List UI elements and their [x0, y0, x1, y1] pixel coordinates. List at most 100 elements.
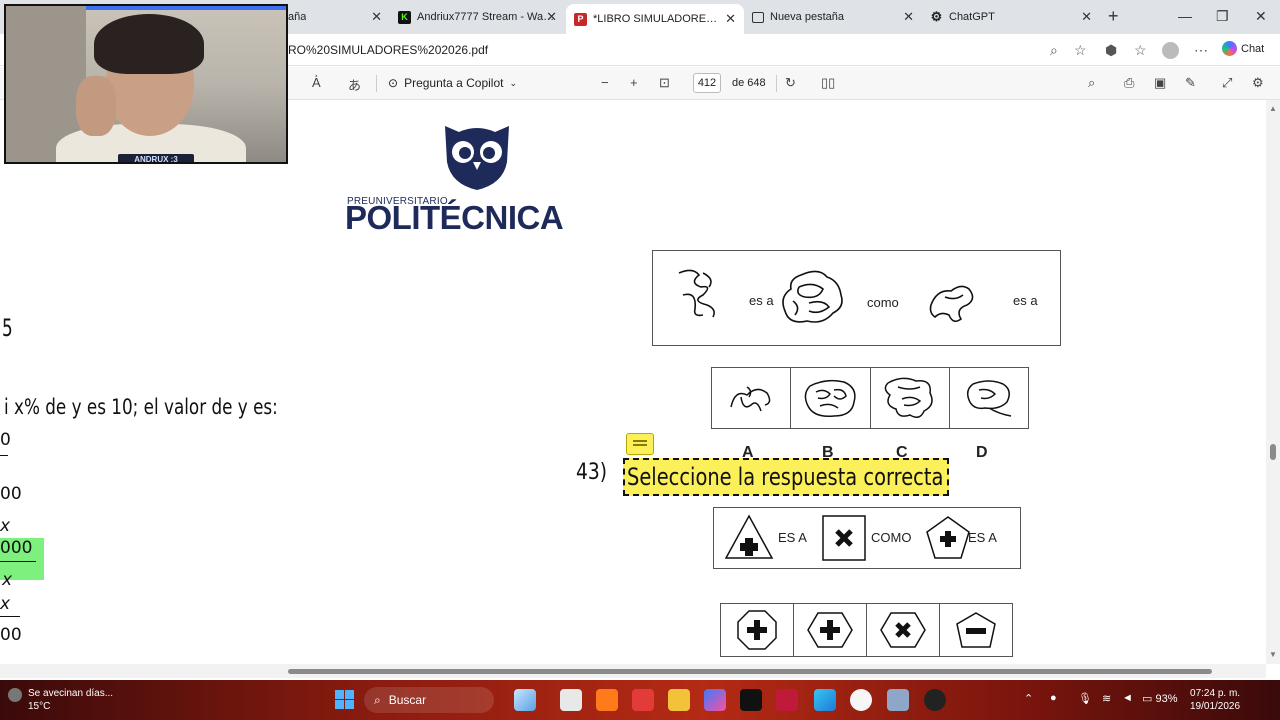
option-a[interactable]: [712, 368, 792, 428]
tab-libro-simuladores[interactable]: P *LIBRO SIMULADORES 2026.p ✕: [566, 4, 744, 34]
settings-app-icon[interactable]: [887, 689, 909, 711]
es-a-label: ES A: [778, 530, 807, 545]
brave-app-icon[interactable]: [596, 689, 618, 711]
logo-title: POLITÉCNICA: [345, 199, 564, 236]
answer-option[interactable]: [940, 604, 1012, 656]
settings-gear-icon[interactable]: ⚙: [1252, 75, 1264, 91]
answer-option[interactable]: [867, 604, 940, 656]
maximize-button[interactable]: ❐: [1216, 8, 1229, 25]
search-icon: ⌕: [374, 692, 381, 707]
weather-icon[interactable]: [8, 688, 22, 702]
chat-label: Chat: [1241, 42, 1265, 55]
favorite-star-icon[interactable]: ☆: [1074, 42, 1087, 59]
start-button[interactable]: [335, 690, 354, 709]
left-question-number: 5: [2, 314, 13, 342]
widgets-app-icon[interactable]: [514, 689, 536, 711]
file-app-icon[interactable]: [560, 689, 582, 711]
save-as-icon[interactable]: ✎: [1185, 75, 1196, 91]
zoom-in-button[interactable]: +: [630, 75, 638, 90]
volume-icon[interactable]: ◄: [1122, 692, 1133, 704]
new-tab-button[interactable]: +: [1108, 6, 1119, 27]
chrome-app-icon[interactable]: [850, 689, 872, 711]
zoom-out-button[interactable]: −: [601, 75, 609, 90]
weather-widget[interactable]: Se avecinan días... 15°C: [28, 687, 113, 713]
como-label: como: [867, 295, 899, 310]
page-view-icon[interactable]: ▯▯: [821, 75, 835, 91]
zoom-icon[interactable]: ⌕: [1050, 42, 1058, 59]
es-a-label: ES A: [968, 530, 997, 545]
scrollbar-thumb[interactable]: [1270, 444, 1276, 460]
rotate-icon[interactable]: ↻: [785, 75, 796, 91]
owl-logo: [445, 126, 509, 190]
vertical-scrollbar[interactable]: ▲ ▼: [1266, 100, 1280, 664]
answer-option[interactable]: [721, 604, 794, 656]
chevron-down-icon: ⌄: [509, 77, 518, 88]
tab-title: aña: [288, 11, 307, 23]
option-c[interactable]: [871, 368, 950, 428]
close-icon[interactable]: ✕: [725, 11, 736, 27]
copilot-icon: [1222, 41, 1237, 56]
search-icon[interactable]: ⌕: [1088, 75, 1095, 91]
fraction-bar: [0, 455, 8, 456]
tab-title: ChatGPT: [949, 11, 995, 23]
tab-nueva-pestana[interactable]: Nueva pestaña ✕: [744, 4, 922, 30]
close-window-button[interactable]: ✕: [1255, 8, 1267, 25]
pentagon-minus-icon: [956, 612, 996, 648]
option-b[interactable]: [791, 368, 871, 428]
copilot-app-icon[interactable]: [704, 689, 726, 711]
file-explorer-icon[interactable]: [668, 689, 690, 711]
pdf-document[interactable]: PREUNIVERSITARIO POLITÉCNICA 5 i x% de y…: [0, 100, 1266, 664]
translate-icon[interactable]: あ: [348, 75, 361, 94]
microphone-icon[interactable]: 🎙: [1078, 692, 1092, 705]
save-icon[interactable]: ▣: [1154, 75, 1166, 91]
highlighted-question[interactable]: Seleccione la respuesta correcta: [623, 458, 949, 496]
acrobat-app-icon[interactable]: [776, 689, 798, 711]
divider: [776, 75, 777, 92]
tab-twitch-partial[interactable]: aña ✕: [280, 4, 390, 30]
close-icon[interactable]: ✕: [903, 9, 914, 25]
edge-app-icon[interactable]: [814, 689, 836, 711]
close-icon[interactable]: ✕: [371, 9, 382, 25]
tray-chevron-icon[interactable]: ⌃: [1024, 692, 1033, 705]
close-icon[interactable]: ✕: [1081, 9, 1092, 25]
battery-status[interactable]: ▭ 93%: [1142, 692, 1178, 705]
url-field[interactable]: RO%20SIMULADORES%202026.pdf: [288, 43, 488, 57]
chatgpt-icon: ⚙: [930, 9, 943, 24]
more-options-icon[interactable]: ⋯: [1194, 42, 1208, 59]
tiktok-app-icon[interactable]: [740, 689, 762, 711]
fit-page-icon[interactable]: ⊡: [659, 75, 670, 91]
taskbar-search[interactable]: ⌕ Buscar: [364, 687, 494, 713]
scroll-down-icon[interactable]: ▼: [1269, 650, 1277, 659]
taskbar-clock[interactable]: 07:24 p. m. 19/01/2026: [1190, 687, 1240, 713]
close-icon[interactable]: ✕: [546, 9, 557, 25]
scribble-figure: [884, 377, 933, 418]
windows-taskbar: Se avecinan días... 15°C ⌕ Buscar ⌃ ● 🎙 …: [0, 680, 1280, 720]
ask-copilot-button[interactable]: ⊙ Pregunta a Copilot ⌄: [388, 76, 517, 90]
answer-fragment: x: [0, 594, 11, 614]
option-d[interactable]: [950, 368, 1028, 428]
tray-app-icon[interactable]: ●: [1050, 692, 1057, 704]
tab-kick-stream[interactable]: K Andriux7777 Stream - Watch ✕: [390, 4, 565, 30]
favorites-icon[interactable]: ☆: [1134, 42, 1147, 59]
page-number-input[interactable]: 412: [693, 73, 721, 93]
minimize-button[interactable]: —: [1178, 8, 1192, 24]
obs-app-icon[interactable]: [924, 689, 946, 711]
read-aloud-icon[interactable]: A͐: [312, 75, 321, 90]
wifi-icon[interactable]: ≋: [1102, 692, 1111, 705]
scrollbar-thumb[interactable]: [288, 669, 1212, 674]
copilot-chat-button[interactable]: Chat: [1222, 41, 1264, 56]
scroll-up-icon[interactable]: ▲: [1269, 104, 1277, 113]
answer-option[interactable]: [794, 604, 867, 656]
battery-percent: 93%: [1155, 693, 1178, 705]
horizontal-scrollbar[interactable]: [0, 664, 1266, 678]
pop-out-icon[interactable]: ⤢: [1222, 75, 1232, 91]
webcam-overlay: ANDRUX :3: [4, 4, 288, 164]
print-icon[interactable]: ⎙: [1124, 75, 1134, 91]
comment-note-icon[interactable]: [626, 433, 654, 455]
weather-text: Se avecinan días...: [28, 688, 114, 699]
tab-chatgpt[interactable]: ⚙ ChatGPT ✕: [922, 4, 1100, 30]
profile-avatar[interactable]: [1162, 42, 1179, 59]
calendar-app-icon[interactable]: [632, 689, 654, 711]
answer-fragment: 0: [0, 430, 11, 450]
extension-icon[interactable]: ⬢: [1105, 42, 1117, 59]
